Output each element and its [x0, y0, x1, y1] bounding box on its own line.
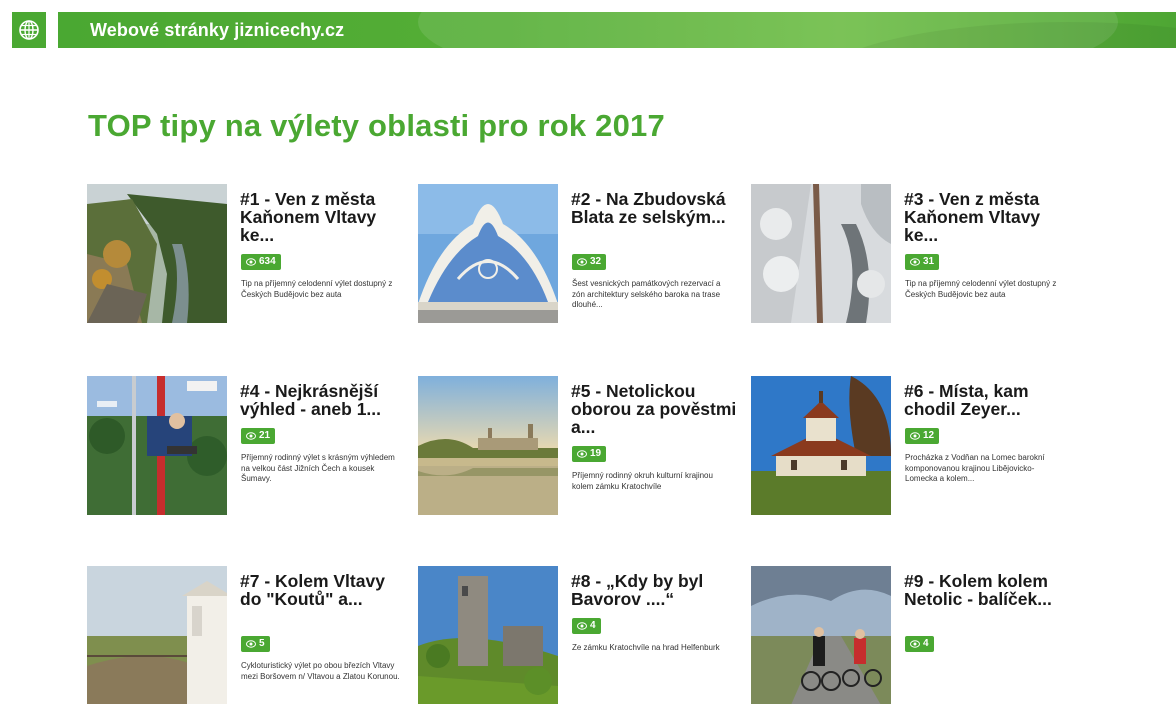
trip-image-canyon[interactable] — [87, 184, 227, 323]
trip-image-lake-town[interactable] — [418, 376, 558, 515]
trip-title[interactable]: #3 - Ven z města Kaňonem Vltavy ke... — [904, 190, 1070, 244]
eye-icon — [910, 258, 920, 266]
trip-description: Ze zámku Kratochvíle na hrad Helfenburk — [572, 643, 720, 652]
views-count: 4 — [590, 620, 596, 631]
views-count: 31 — [923, 256, 935, 267]
trip-card[interactable]: #9 - Kolem kolem Netolic - balíček... 4 — [751, 566, 1071, 704]
trip-image-chairlift[interactable] — [87, 376, 227, 515]
trip-card[interactable]: #3 - Ven z města Kaňonem Vltavy ke... 31… — [751, 184, 1071, 324]
trip-card[interactable]: #7 - Kolem Vltavy do "Koutů" a... 5 Cykl… — [87, 566, 407, 704]
views-badge: 12 — [905, 428, 940, 444]
trip-card[interactable]: #5 - Netolickou oborou za pověstmi a... … — [418, 376, 738, 516]
views-count: 5 — [259, 638, 265, 649]
trip-card[interactable]: #8 - „Kdy by byl Bavorov ....“ 4 Ze zámk… — [418, 566, 738, 704]
views-count: 634 — [259, 256, 276, 267]
views-count: 19 — [590, 448, 602, 459]
trips-grid: #1 - Ven z města Kaňonem Vltavy ke... 63… — [0, 0, 1176, 704]
views-badge: 634 — [241, 254, 281, 270]
views-badge: 4 — [905, 636, 934, 652]
trip-title[interactable]: #1 - Ven z města Kaňonem Vltavy ke... — [240, 190, 406, 244]
views-badge: 4 — [572, 618, 601, 634]
trip-card[interactable]: #6 - Místa, kam chodil Zeyer... 12 Proch… — [751, 376, 1071, 516]
eye-icon — [577, 622, 587, 630]
trip-card[interactable]: #2 - Na Zbudovská Blata ze selským... 32… — [418, 184, 738, 324]
trip-description: Tip na příjemný celodenní výlet dostupný… — [241, 279, 393, 299]
eye-icon — [910, 432, 920, 440]
trip-title[interactable]: #4 - Nejkrásnější výhled - aneb 1... — [240, 382, 406, 418]
views-badge: 32 — [572, 254, 607, 270]
eye-icon — [577, 450, 587, 458]
trip-image-chapel[interactable] — [751, 376, 891, 515]
views-count: 4 — [923, 638, 929, 649]
views-badge: 19 — [572, 446, 607, 462]
views-count: 21 — [259, 430, 271, 441]
eye-icon — [246, 432, 256, 440]
trip-card[interactable]: #1 - Ven z města Kaňonem Vltavy ke... 63… — [87, 184, 407, 324]
trip-description: Příjemný rodinný okruh kulturní krajinou… — [572, 471, 713, 491]
trip-description: Procházka z Vodňan na Lomec barokní komp… — [905, 453, 1045, 483]
views-badge: 5 — [241, 636, 270, 652]
eye-icon — [246, 640, 256, 648]
trip-image-riverside-path[interactable] — [87, 566, 227, 704]
views-count: 12 — [923, 430, 935, 441]
eye-icon — [910, 640, 920, 648]
views-badge: 31 — [905, 254, 940, 270]
trip-title[interactable]: #5 - Netolickou oborou za pověstmi a... — [571, 382, 737, 436]
trip-image-baroque-gable[interactable] — [418, 184, 558, 323]
trip-title[interactable]: #8 - „Kdy by byl Bavorov ....“ — [571, 572, 737, 608]
trip-image-castle-ruin[interactable] — [418, 566, 558, 704]
trip-title[interactable]: #2 - Na Zbudovská Blata ze selským... — [571, 190, 737, 226]
trip-image-winter-canyon[interactable] — [751, 184, 891, 323]
trip-title[interactable]: #6 - Místa, kam chodil Zeyer... — [904, 382, 1070, 418]
views-count: 32 — [590, 256, 602, 267]
trip-image-cyclists[interactable] — [751, 566, 891, 704]
trip-description: Příjemný rodinný výlet s krásným výhlede… — [241, 453, 395, 483]
trip-card[interactable]: #4 - Nejkrásnější výhled - aneb 1... 21 … — [87, 376, 407, 516]
eye-icon — [577, 258, 587, 266]
eye-icon — [246, 258, 256, 266]
trip-title[interactable]: #7 - Kolem Vltavy do "Koutů" a... — [240, 572, 406, 608]
trip-description: Šest vesnických památkových rezervací a … — [572, 279, 721, 309]
trip-description: Cykloturistický výlet po obou březích Vl… — [241, 661, 400, 681]
trip-description: Tip na příjemný celodenní výlet dostupný… — [905, 279, 1057, 299]
site-title-link[interactable]: Webové stránky jiznicechy.cz — [90, 20, 344, 41]
trip-title[interactable]: #9 - Kolem kolem Netolic - balíček... — [904, 572, 1070, 608]
views-badge: 21 — [241, 428, 276, 444]
